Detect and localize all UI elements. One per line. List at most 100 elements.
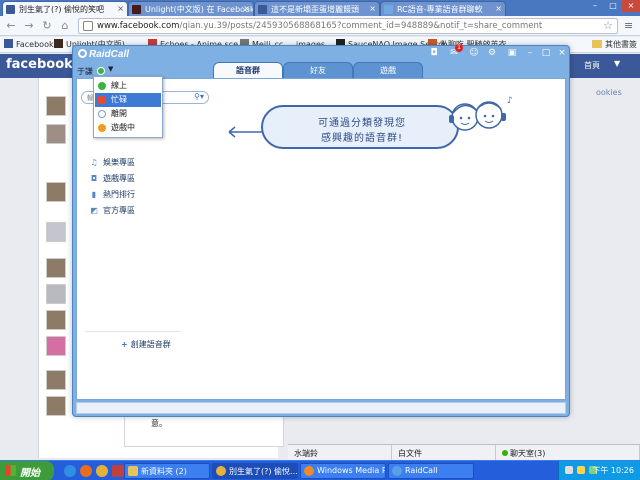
close-tab-icon[interactable]: × <box>117 4 124 13</box>
chat-online-button[interactable]: 聊天室(3) <box>496 445 640 461</box>
firefox-icon[interactable] <box>80 465 92 477</box>
music-note-icon: ♫ <box>90 158 98 167</box>
notification-badge: 1 <box>455 44 463 52</box>
bookmark-item[interactable]: Facebook <box>4 39 54 49</box>
avatar[interactable] <box>46 370 66 390</box>
search-icon[interactable]: ⚲▾ <box>194 92 204 101</box>
category-entertainment[interactable]: ♫ 娛樂專區 <box>89 157 135 168</box>
wrench-menu-icon[interactable]: ≡ <box>624 19 633 32</box>
avatar[interactable] <box>46 182 66 202</box>
facebook-logo[interactable]: facebook <box>6 57 73 72</box>
avatar[interactable] <box>46 258 66 278</box>
tab-title: RC語音-專業語音群聊軟 <box>397 5 483 14</box>
maximize-window-icon[interactable]: □ <box>604 0 622 12</box>
bar-chart-icon: ▮ <box>91 190 97 199</box>
page-icon <box>83 21 93 31</box>
raidcall-statusbar <box>76 402 566 414</box>
avatar[interactable] <box>46 96 66 116</box>
avatar[interactable] <box>46 396 66 416</box>
start-button[interactable]: 開始 <box>0 461 54 480</box>
skin-icon[interactable]: ▣ <box>507 48 517 58</box>
other-bookmarks[interactable]: 其他書簽 <box>592 39 637 50</box>
chat-tab[interactable]: 水端鈴 <box>288 445 392 461</box>
close-tab-icon[interactable]: × <box>369 4 376 13</box>
taskbar-item-media-player[interactable]: Windows Media Pl... <box>300 463 386 479</box>
clock[interactable]: 下午 10:26 <box>592 465 634 476</box>
tab-title: Unlight(中文版) 在 Facebook <box>145 5 254 14</box>
folder-icon <box>128 466 138 476</box>
busy-icon <box>98 96 106 104</box>
mascot-illustration-icon: ♪ <box>449 96 513 131</box>
tab-title: 這不是新塌歪蛋增麗饅頭 <box>271 5 359 14</box>
raidcall-logo: RaidCall <box>78 49 129 60</box>
back-icon[interactable]: ← <box>4 19 18 33</box>
avatar[interactable] <box>46 284 66 304</box>
minimize-window-icon[interactable]: – <box>586 0 604 12</box>
left-arrow-icon <box>228 126 263 138</box>
browser-tab-3[interactable]: 這不是新塌歪蛋增麗饅頭 × <box>254 1 380 16</box>
plus-icon: + <box>121 340 128 349</box>
online-icon <box>98 82 106 90</box>
close-tab-icon[interactable]: × <box>495 4 502 13</box>
taskbar-item-chrome[interactable]: 別生氣了(?) 偷悅... <box>212 463 298 479</box>
svg-text:♪: ♪ <box>507 96 513 106</box>
status-away[interactable]: 離開 <box>95 107 161 121</box>
create-group-button[interactable]: + 創建語音群 <box>121 339 171 350</box>
chat-tab[interactable]: 白文件 <box>392 445 496 461</box>
avatar[interactable] <box>46 336 66 356</box>
account-menu-icon[interactable]: ▼ <box>614 59 620 68</box>
category-official[interactable]: ◩ 官方專區 <box>89 205 135 216</box>
people-icon[interactable]: ☺ <box>469 48 479 58</box>
home-link[interactable]: 首頁 <box>584 60 600 71</box>
close-icon[interactable]: × <box>557 48 567 58</box>
windows-taskbar: 開始 新資料夾 (2) 別生氣了(?) 偷悅... Windows Media … <box>0 460 640 480</box>
volume-icon[interactable] <box>577 466 585 474</box>
network-icon[interactable] <box>565 466 573 474</box>
forward-icon[interactable]: → <box>22 19 36 33</box>
avatar[interactable] <box>46 310 66 330</box>
unlight-favicon-icon <box>132 5 141 14</box>
status-busy[interactable]: 忙碌 <box>95 93 161 107</box>
browser-tab-4[interactable]: RC語音-專業語音群聊軟 × <box>380 1 506 16</box>
close-window-icon[interactable]: × <box>622 0 640 12</box>
browser-tab-1[interactable]: 別生氣了(?) 偷悅的笑吧 × <box>2 1 128 16</box>
tab-title: 別生氣了(?) 偷悅的笑吧 <box>19 5 105 14</box>
raidcall-favicon-icon <box>384 5 393 14</box>
tab-friends[interactable]: 好友 <box>283 62 353 78</box>
minimize-icon[interactable]: – <box>525 48 535 58</box>
chevron-down-icon[interactable]: ▼ <box>108 65 113 73</box>
avatar[interactable] <box>46 222 66 242</box>
settings-icon[interactable]: ⚙ <box>487 48 497 58</box>
facebook-favicon-icon <box>258 5 267 14</box>
url-text: www.facebook.com/qian.yu.39/posts/245930… <box>97 21 543 31</box>
tab-games[interactable]: 遊戲 <box>353 62 423 78</box>
category-games[interactable]: ◘ 遊戲專區 <box>89 173 135 184</box>
home-icon[interactable]: ⌂ <box>58 19 72 33</box>
status-online[interactable]: 線上 <box>95 79 161 93</box>
chrome-icon[interactable] <box>96 465 108 477</box>
tab-voice-groups[interactable]: 語音群 <box>213 62 283 78</box>
hint-line-1: 可通過分類發現您 <box>318 118 406 129</box>
maximize-icon[interactable]: □ <box>541 48 551 58</box>
clock-icon <box>98 110 106 118</box>
address-bar[interactable]: www.facebook.com/qian.yu.39/posts/245930… <box>78 18 618 34</box>
browser-tab-2[interactable]: Unlight(中文版) 在 Facebook × <box>128 1 254 16</box>
ie-icon[interactable] <box>64 465 76 477</box>
taskbar-item-folder[interactable]: 新資料夾 (2) <box>124 463 210 479</box>
gaming-icon <box>98 124 106 132</box>
facebook-favicon-icon <box>6 5 15 14</box>
avatar[interactable] <box>46 124 66 144</box>
category-ranking[interactable]: ▮ 熱門排行 <box>89 189 135 200</box>
reload-icon[interactable]: ↻ <box>40 19 54 33</box>
status-online-icon[interactable] <box>97 67 105 75</box>
media-player-icon <box>304 466 314 476</box>
gamepad-icon[interactable]: ◘ <box>429 48 439 58</box>
user-name[interactable]: 于謙 <box>77 66 93 77</box>
status-gaming[interactable]: 遊戲中 <box>95 121 161 135</box>
browser-toolbar: ← → ↻ ⌂ www.facebook.com/qian.yu.39/post… <box>0 16 640 36</box>
bookmark-star-icon[interactable]: ☆ <box>603 19 613 32</box>
taskbar-item-raidcall[interactable]: RaidCall <box>388 463 474 479</box>
cookies-link[interactable]: ookies <box>596 88 622 97</box>
app-icon[interactable] <box>112 465 124 477</box>
close-tab-icon[interactable]: × <box>243 4 250 13</box>
